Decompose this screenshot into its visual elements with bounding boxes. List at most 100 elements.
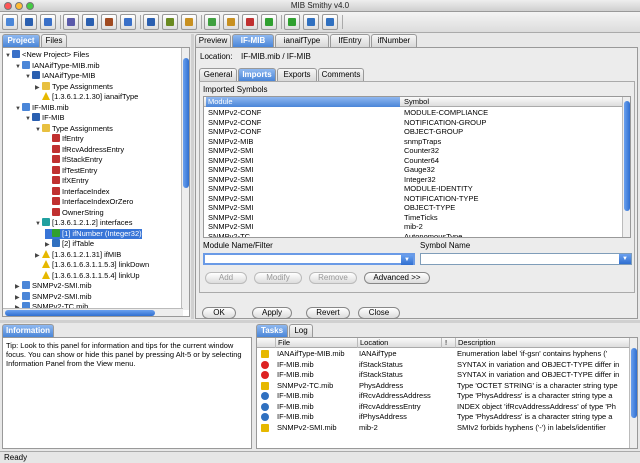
table-row[interactable]: SNMPv2-SMI Integer32	[204, 175, 622, 185]
tree-item[interactable]: [1.3.6.1.2.1.30] ianaifType	[35, 92, 138, 102]
task-row[interactable]: IF-MIB.mib ifRcvAddressEntry INDEX object …	[257, 402, 631, 412]
expand-toggle-icon[interactable]: ▶	[15, 293, 22, 303]
new-button[interactable]	[2, 14, 18, 30]
tree-item[interactable]: ▼ [1.3.6.1.2.1.2] interfaces	[35, 218, 132, 228]
table-button[interactable]	[143, 14, 159, 30]
editor-tab[interactable]: ifNumber	[371, 34, 417, 47]
column-location[interactable]: Location	[357, 338, 439, 348]
table-row[interactable]: SNMPv2-SMI TimeTicks	[204, 213, 622, 223]
expand-toggle-icon[interactable]: ▶	[45, 240, 52, 250]
tree-item[interactable]: ▼ IF-MIB.mib	[15, 102, 69, 114]
tab-files[interactable]: Files	[41, 34, 67, 47]
table-row[interactable]: SNMPv2-SMI NOTIFICATION-TYPE	[204, 194, 622, 204]
expand-toggle-icon[interactable]: ▶	[35, 251, 42, 261]
tree-item[interactable]: ▶ SNMPv2-SMI.mib	[15, 281, 92, 291]
expand-toggle-icon[interactable]: ▶	[35, 83, 42, 93]
tree-item[interactable]: ▼ IANAifType-MIB	[25, 71, 95, 81]
ok-button[interactable]: OK	[202, 307, 236, 319]
task-row[interactable]: IF-MIB.mib ifRcvAddressAddress Type 'PhysA…	[257, 391, 631, 401]
table-row[interactable]: SNMPv2-SMI Gauge32	[204, 165, 622, 175]
minimize-window-button[interactable]	[15, 2, 23, 10]
tree-item[interactable]: IfEntry	[45, 134, 84, 144]
module-dropdown-arrow-icon[interactable]: ▼	[401, 255, 413, 265]
task-row[interactable]: SNMPv2-TC.mib PhysAddress Type 'OCTET STRI…	[257, 381, 631, 391]
horizontal-splitter[interactable]	[0, 320, 640, 323]
close-button[interactable]: Close	[358, 307, 400, 319]
tree-item[interactable]: OwnerString	[45, 207, 104, 218]
tree-item[interactable]: InterfaceIndex	[45, 186, 110, 197]
add-button[interactable]	[82, 14, 98, 30]
tree-item[interactable]: IfTestEntry	[45, 165, 97, 176]
lock-button[interactable]	[242, 14, 258, 30]
tree-item[interactable]: ▶ [1.3.6.1.2.1.31] ifMIB	[35, 249, 121, 261]
editor-tab[interactable]: IfEntry	[330, 34, 370, 47]
tree-item[interactable]: ▼ Type Assignments	[35, 123, 113, 134]
tab-information[interactable]: Information	[2, 324, 54, 337]
expand-toggle-icon[interactable]: ▼	[35, 219, 42, 229]
editor-tab[interactable]: IF-MIB	[232, 34, 274, 47]
tasks-scroll-thumb[interactable]	[631, 348, 637, 418]
tree-item[interactable]: ▼ <New Project> Files	[5, 50, 89, 60]
tree-button[interactable]	[162, 14, 178, 30]
tree-item[interactable]: [1.3.6.1.6.3.1.1.5.3] linkDown	[35, 260, 149, 270]
zoom-window-button[interactable]	[26, 2, 34, 10]
tree-item[interactable]: IfXEntry	[45, 176, 89, 186]
tab-project[interactable]: Project	[2, 34, 40, 47]
tree-item[interactable]: ▶ [2] ifTable	[45, 239, 94, 249]
column-file[interactable]: File	[275, 338, 357, 348]
modify-button[interactable]: Modify	[254, 272, 302, 284]
tree-hscroll-thumb[interactable]	[5, 310, 155, 316]
editor-tab[interactable]: ianaifType	[275, 34, 329, 47]
tree-scroll-thumb[interactable]	[183, 58, 189, 188]
vertical-splitter[interactable]	[191, 34, 194, 319]
table-row[interactable]: SNMPv2-MIB snmpTraps	[204, 137, 622, 147]
tasks-scrollbar[interactable]	[629, 338, 637, 448]
tree-item[interactable]: ▼ IANAifType-MIB.mib	[15, 60, 100, 72]
imports-scrollbar[interactable]	[622, 97, 630, 237]
tree-item[interactable]: ▶ SNMPv2-SMI.mib	[15, 291, 92, 303]
add-button[interactable]: Add	[205, 272, 247, 284]
module-name-input[interactable]: ▼	[203, 253, 415, 265]
tree-item[interactable]: ▼ IF-MIB	[25, 113, 65, 123]
expand-toggle-icon[interactable]: ▼	[15, 62, 22, 72]
sub-tab-exports[interactable]: Exports	[277, 68, 317, 81]
table-row[interactable]: SNMPv2-CONF OBJECT-GROUP	[204, 127, 622, 137]
table-row[interactable]: SNMPv2-CONF MODULE-COMPLIANCE	[204, 108, 622, 118]
task-row[interactable]: IANAifType-MIB.mib IANAifType Enumeration …	[257, 349, 631, 359]
imports-scroll-thumb[interactable]	[624, 101, 630, 211]
table-row[interactable]: SNMPv2-CONF NOTIFICATION-GROUP	[204, 118, 622, 128]
sub-tab-comments[interactable]: Comments	[318, 68, 364, 81]
symbol-dropdown-arrow-icon[interactable]: ▼	[619, 254, 631, 264]
table-row[interactable]: SNMPv2-SMI Counter64	[204, 156, 622, 166]
table-row[interactable]: SNMPv2-SMI mib-2	[204, 222, 622, 232]
tree-horizontal-scrollbar[interactable]	[3, 308, 183, 316]
tree-item[interactable]: ▶ Type Assignments	[35, 81, 113, 93]
advanced-button[interactable]: Advanced >>	[364, 272, 430, 284]
import-button[interactable]	[101, 14, 117, 30]
tree-vertical-scrollbar[interactable]	[181, 48, 189, 310]
compile-button[interactable]	[63, 14, 79, 30]
apply-button[interactable]: Apply	[252, 307, 292, 319]
table-row[interactable]: SNMPv2-SMI Counter32	[204, 146, 622, 156]
check-all-button[interactable]	[284, 14, 300, 30]
task-row[interactable]: IF-MIB.mib ifStackStatus SYNTAX in variati…	[257, 370, 631, 380]
table-row[interactable]: SNMPv2-SMI MODULE-IDENTITY	[204, 184, 622, 194]
symbol-name-input[interactable]: ▼	[420, 253, 632, 265]
task-row[interactable]: SNMPv2-SMI.mib mib-2 SMIv2 forbids hyphens…	[257, 423, 631, 433]
save-button[interactable]	[21, 14, 37, 30]
sub-tab-general[interactable]: General	[199, 68, 237, 81]
column-description[interactable]: Description	[455, 338, 631, 348]
expand-toggle-icon[interactable]: ▼	[15, 104, 22, 114]
paste-button[interactable]	[223, 14, 239, 30]
cut-button[interactable]	[181, 14, 197, 30]
find-button[interactable]	[40, 14, 56, 30]
expand-toggle-icon[interactable]: ▼	[5, 51, 12, 61]
tree-item[interactable]: IfRcvAddressEntry	[45, 144, 124, 155]
editor-tab[interactable]: Preview	[195, 34, 231, 47]
task-row[interactable]: IF-MIB.mib ifStackStatus SYNTAX in variati…	[257, 360, 631, 370]
sub-tab-imports[interactable]: Imports	[238, 68, 276, 81]
close-window-button[interactable]	[4, 2, 12, 10]
export-button[interactable]	[120, 14, 136, 30]
tree-item[interactable]: [1] ifNumber (Integer32)	[45, 228, 142, 239]
expand-toggle-icon[interactable]: ▼	[25, 72, 32, 82]
